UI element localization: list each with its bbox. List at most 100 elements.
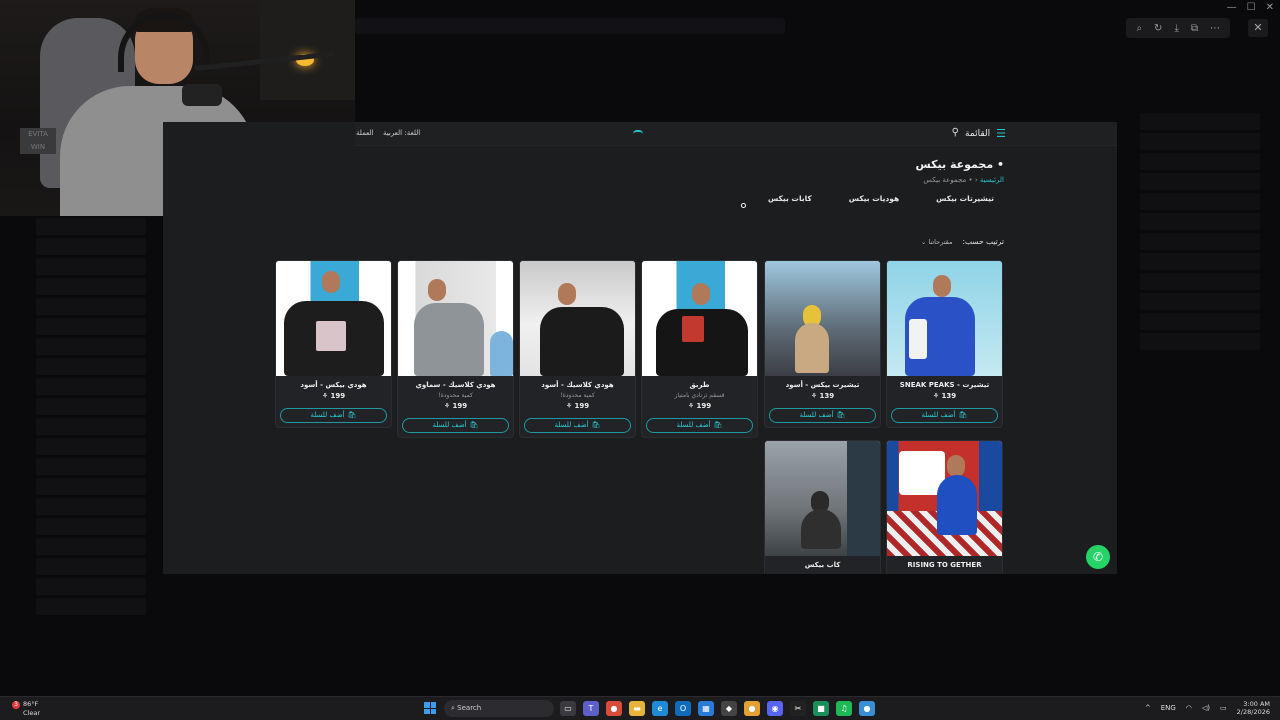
pinned-apps: ▭ T ● ▬ e O ▦ ◆ ● ◉ ✂ ■ ♫ ● [560, 701, 875, 716]
category-tshirts[interactable]: تيشيرتات بيكس [936, 194, 994, 203]
category-links: تيشيرتات بيكس هوديات بيكس كابات بيكس [768, 194, 994, 203]
sort-value: مقترحاتنا [928, 237, 953, 246]
whatsapp-icon[interactable]: ✆ [1086, 545, 1110, 569]
maximize-icon[interactable]: ☐ [1247, 2, 1256, 13]
product-name[interactable]: كاب بيكس [765, 561, 880, 569]
open-external-icon[interactable]: ⧉ [1191, 23, 1198, 34]
product-image[interactable] [765, 441, 880, 556]
product-price: ⚘ 199 [443, 402, 468, 410]
add-to-cart-button[interactable]: 🛍أضف للسلة [891, 408, 998, 423]
chrome-alt-icon[interactable]: ● [744, 701, 760, 716]
category-caps[interactable]: كابات بيكس [768, 194, 812, 203]
taskbar-search[interactable]: ⌕ Search [444, 700, 554, 717]
product-image[interactable] [276, 261, 391, 376]
background-list [0, 215, 162, 685]
product-card[interactable]: تيشيرت - SNEAK PEAKS ⚘ 139 🛍أضف للسلة [886, 260, 1003, 428]
store-page: العملة اللغة: العربية ⚲ القائمة ☰ • مجمو… [163, 122, 1117, 574]
product-name[interactable]: هودي كلاسيك - أسود [520, 381, 635, 389]
taskbar: 3 86°F Clear ⌕ Search ▭ T ● ▬ e O ▦ ◆ ● ◉… [0, 696, 1280, 720]
hamburger-icon: ☰ [996, 127, 1006, 140]
windows-start-icon[interactable] [424, 702, 436, 714]
mouse-cursor [741, 203, 746, 208]
product-card[interactable]: هودي بيكس - أسود ⚘ 199 🛍أضف للسلة [275, 260, 392, 428]
product-image[interactable] [887, 441, 1002, 556]
product-image[interactable] [520, 261, 635, 376]
add-to-cart-button[interactable]: 🛍أضف للسلة [769, 408, 876, 423]
cart-icon: 🛍 [713, 421, 723, 429]
cam-microphone [182, 84, 222, 106]
product-name[interactable]: هودي بيكس - أسود [276, 381, 391, 389]
add-to-cart-button[interactable]: 🛍أضف للسلة [646, 418, 753, 433]
breadcrumb-current: • مجموعة بيكس [923, 176, 973, 184]
weather-widget[interactable]: 3 86°F Clear [12, 700, 40, 717]
product-card[interactable]: تيشيرت بيكس - أسود ⚘ 139 🛍أضف للسلة [764, 260, 881, 428]
product-note: كمية محدودة! [560, 392, 595, 399]
teams-icon[interactable]: T [583, 701, 599, 716]
product-price: ⚘ 199 [321, 392, 346, 400]
wifi-icon[interactable]: ◠ [1186, 704, 1192, 712]
rotate-icon[interactable]: ↻ [1154, 23, 1162, 34]
product-card[interactable]: RISING TO GETHER [886, 440, 1003, 574]
cam-shelf [260, 0, 355, 100]
product-image[interactable] [887, 261, 1002, 376]
category-hoodies[interactable]: هوديات بيكس [849, 194, 899, 203]
discord-icon[interactable]: ◉ [767, 701, 783, 716]
viewer-close-button[interactable]: ✕ [1248, 19, 1268, 37]
language-selector[interactable]: اللغة: العربية [383, 129, 420, 137]
app-icon[interactable]: ◆ [721, 701, 737, 716]
capcut-icon[interactable]: ✂ [790, 701, 806, 716]
product-image[interactable] [765, 261, 880, 376]
spotify-icon[interactable]: ♫ [836, 701, 852, 716]
product-price: ⚘ 199 [687, 402, 712, 410]
zoom-icon[interactable]: ⌕ [1136, 23, 1142, 34]
file-explorer-icon[interactable]: ▬ [629, 701, 645, 716]
product-price: ⚘ 139 [932, 392, 957, 400]
minimize-icon[interactable]: — [1227, 2, 1237, 13]
chrome-third-icon[interactable]: ● [859, 701, 875, 716]
search-icon[interactable]: ⚲ [952, 127, 959, 138]
language-indicator[interactable]: ENG [1161, 704, 1176, 712]
product-price: ⚘ 139 [810, 392, 835, 400]
app-green-icon[interactable]: ■ [813, 701, 829, 716]
product-name[interactable]: هودي كلاسيك - سماوي [398, 381, 513, 389]
store-header: العملة اللغة: العربية ⚲ القائمة ☰ [355, 122, 1117, 146]
tray-chevron-icon[interactable]: ^ [1145, 704, 1151, 712]
task-view-icon[interactable]: ▭ [560, 701, 576, 716]
store-logo[interactable] [633, 130, 643, 134]
clock[interactable]: 3:00 AM 2/28/2026 [1237, 700, 1270, 716]
product-card[interactable]: كاب بيكس [764, 440, 881, 574]
add-to-cart-button[interactable]: 🛍أضف للسلة [402, 418, 509, 433]
cart-icon: 🛍 [347, 411, 357, 419]
store-icon[interactable]: ▦ [698, 701, 714, 716]
product-image[interactable] [642, 261, 757, 376]
close-window-icon[interactable]: ✕ [1266, 2, 1274, 13]
product-image[interactable] [398, 261, 513, 376]
edge-icon[interactable]: e [652, 701, 668, 716]
menu-button[interactable]: القائمة ☰ [965, 127, 1006, 140]
outlook-icon[interactable]: O [675, 701, 691, 716]
product-name[interactable]: تيشيرت - SNEAK PEAKS [887, 381, 1002, 389]
cam-headset [118, 12, 210, 72]
download-icon[interactable]: ⤓ [1174, 23, 1178, 34]
product-name[interactable]: تيشيرت بيكس - أسود [765, 381, 880, 389]
product-card[interactable]: هودي كلاسيك - أسود كمية محدودة! ⚘ 199 🛍أ… [519, 260, 636, 438]
sort-control: ترتيب حسب: مقترحاتنا ⌄ [921, 237, 1004, 246]
currency-selector[interactable]: العملة [356, 129, 374, 137]
volume-icon[interactable]: ◁) [1202, 704, 1210, 712]
cam-sign: EVITA WIN [20, 128, 56, 154]
more-icon[interactable]: ⋯ [1210, 23, 1220, 34]
add-to-cart-button[interactable]: 🛍أضف للسلة [524, 418, 631, 433]
breadcrumb: الرئيسية ‹ • مجموعة بيكس [916, 176, 1004, 184]
battery-icon[interactable]: ▭ [1220, 704, 1227, 712]
sort-select[interactable]: مقترحاتنا ⌄ [921, 238, 953, 246]
breadcrumb-home[interactable]: الرئيسية [980, 176, 1004, 184]
page-title: • مجموعة بيكس [915, 158, 1004, 171]
product-card[interactable]: هودي كلاسيك - سماوي كمية محدودة! ⚘ 199 🛍… [397, 260, 514, 438]
product-name[interactable]: RISING TO GETHER [887, 561, 1002, 569]
chrome-icon[interactable]: ● [606, 701, 622, 716]
product-card[interactable]: طربق قسقم ثرنادي بامتياز ⚘ 199 🛍أضف للسل… [641, 260, 758, 438]
page-header: • مجموعة بيكس الرئيسية ‹ • مجموعة بيكس [916, 158, 1004, 184]
cart-icon: 🛍 [469, 421, 479, 429]
product-name[interactable]: طربق [642, 381, 757, 389]
add-to-cart-button[interactable]: 🛍أضف للسلة [280, 408, 387, 423]
